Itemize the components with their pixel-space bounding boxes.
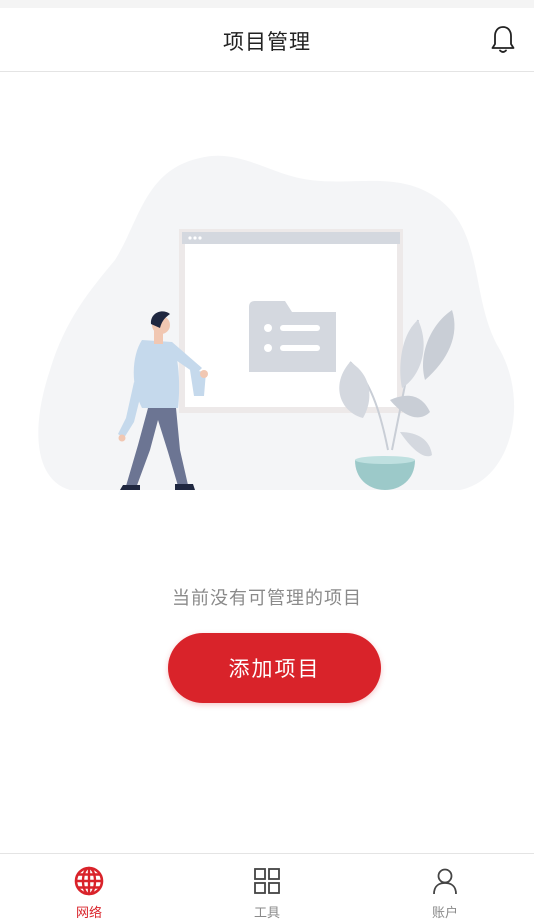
empty-state-message: 当前没有可管理的项目 xyxy=(172,588,362,609)
tab-tools-label: 工具 xyxy=(253,906,280,921)
tab-network-label: 网络 xyxy=(75,906,102,921)
globe-icon xyxy=(74,866,104,896)
tab-account-label: 账户 xyxy=(431,906,458,921)
user-icon xyxy=(433,868,457,895)
bottom-tab-bar: 网络 工具 账户 xyxy=(0,853,534,923)
status-strip xyxy=(0,0,534,8)
add-project-button[interactable]: 添加项目 xyxy=(168,633,381,703)
page-title: 项目管理 xyxy=(223,30,311,54)
app-screen: 项目管理 当前没有可管理的项目 添加项目 网络 工具 账户 xyxy=(0,0,534,923)
top-header: 项目管理 xyxy=(0,8,534,72)
grid-icon xyxy=(254,868,280,894)
tab-network[interactable]: 网络 xyxy=(0,854,178,923)
tab-account[interactable]: 账户 xyxy=(356,854,534,923)
empty-projects-illustration xyxy=(38,155,515,490)
bell-icon[interactable] xyxy=(490,25,516,55)
tab-tools[interactable]: 工具 xyxy=(178,854,356,923)
